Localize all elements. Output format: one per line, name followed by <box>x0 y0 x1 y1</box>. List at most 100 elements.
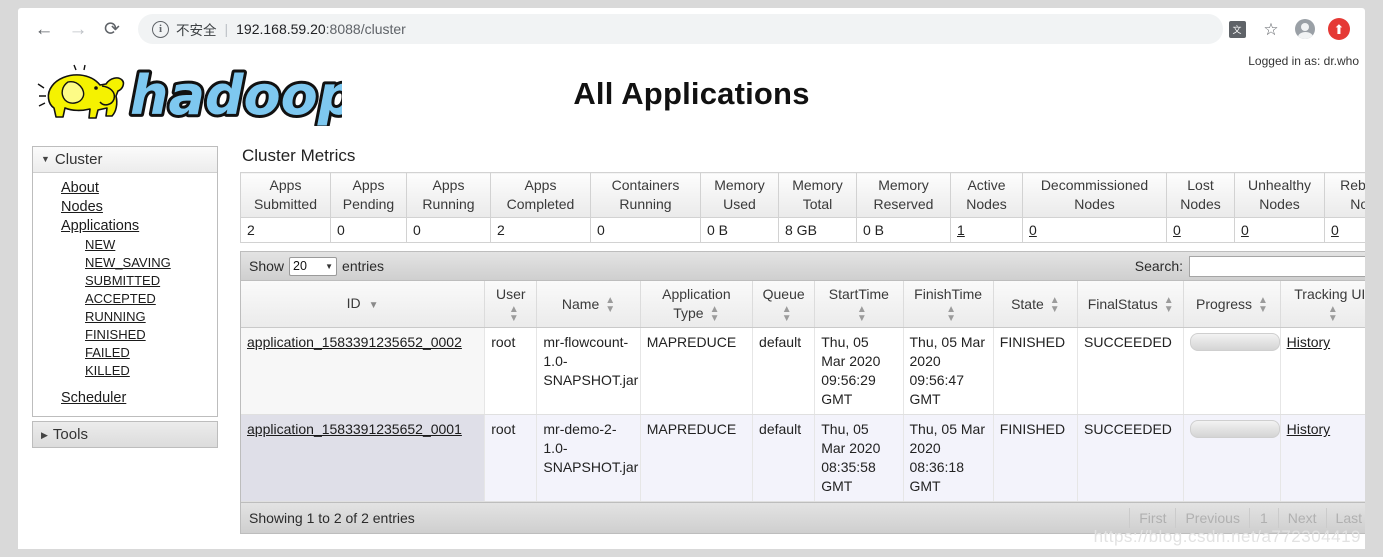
metrics-col-memory-total[interactable]: Memory Total <box>778 172 857 218</box>
cluster-panel-header[interactable]: ▼ Cluster <box>33 147 217 173</box>
cell-finalstatus: SUCCEEDED <box>1077 414 1185 503</box>
pagination-next[interactable]: Next <box>1279 508 1327 529</box>
sidebar-item-finished[interactable]: FINISHED <box>33 326 217 344</box>
history-link[interactable]: History <box>1287 421 1331 437</box>
star-icon[interactable]: ☆ <box>1257 15 1285 43</box>
cluster-metrics-table: Apps Submitted Apps Pending Apps Running Ap… <box>240 172 1365 243</box>
column-label: Queue <box>762 286 805 302</box>
column-label: FinalStatus <box>1087 295 1158 312</box>
column-header-user[interactable]: User ▲ ▼ <box>484 281 538 329</box>
column-header-queue[interactable]: Queue ▲ ▼ <box>752 281 816 329</box>
metrics-col-unhealthy-nodes[interactable]: Unhealthy Nodes <box>1234 172 1325 218</box>
cell-application-type: MAPREDUCE <box>640 414 754 503</box>
screen: ← → ⟳ i 不安全 | 192.168.59.20:8088/cluster… <box>0 0 1383 557</box>
cluster-metrics-title: Cluster Metrics <box>242 146 356 165</box>
metrics-col-apps-submitted[interactable]: Apps Submitted <box>240 172 331 218</box>
metrics-col-line2: Used <box>723 196 756 212</box>
search-input[interactable] <box>1189 255 1365 277</box>
search-area: Search: <box>1135 255 1365 277</box>
rebooted-nodes-link[interactable]: 0 <box>1331 222 1339 238</box>
history-link[interactable]: History <box>1287 334 1331 350</box>
column-label: ID <box>346 294 361 311</box>
page-title: All Applications <box>573 76 810 111</box>
metrics-col-apps-completed[interactable]: Apps Completed <box>490 172 591 218</box>
metrics-col-containers-running[interactable]: Containers Running <box>590 172 701 218</box>
sort-both-icon: ▲ ▼ <box>781 304 792 325</box>
metrics-col-apps-pending[interactable]: Apps Pending <box>330 172 407 218</box>
cell-id: application_1583391235652_0002 <box>241 327 486 416</box>
sort-both-icon: ▲ ▼ <box>605 294 616 315</box>
column-header-id[interactable]: ID ▼ <box>241 281 486 329</box>
forward-icon[interactable]: → <box>62 13 94 45</box>
pagination-last[interactable]: Last <box>1327 508 1365 528</box>
pagination-previous[interactable]: Previous <box>1176 508 1250 529</box>
address-bar[interactable]: i 不安全 | 192.168.59.20:8088/cluster <box>138 14 1223 44</box>
metrics-value-row: 2 0 0 2 0 0 B 8 GB 0 B 1 0 0 0 0 <box>240 217 1365 243</box>
sidebar-item-about[interactable]: About <box>33 179 217 198</box>
column-header-finishtime[interactable]: FinishTime ▲ ▼ <box>903 281 994 329</box>
column-header-name[interactable]: Name ▲ ▼ <box>536 281 641 329</box>
tools-panel-header[interactable]: ▶ Tools <box>33 422 217 447</box>
chevron-down-icon: ▼ <box>325 261 334 271</box>
page-size-value: 20 <box>293 259 307 273</box>
table-row[interactable]: application_1583391235652_0002 root mr-f… <box>241 327 1365 416</box>
sidebar-item-new[interactable]: NEW <box>33 236 217 254</box>
avatar-icon[interactable] <box>1291 15 1319 43</box>
sort-both-icon: ▲ ▼ <box>1163 294 1174 315</box>
showing-entries-label: Showing 1 to 2 of 2 entries <box>249 510 415 527</box>
entries-label: entries <box>342 258 385 274</box>
metrics-col-memory-used[interactable]: Memory Used <box>700 172 779 218</box>
active-nodes-link[interactable]: 1 <box>957 222 965 238</box>
sidebar-item-failed[interactable]: FAILED <box>33 344 217 362</box>
column-header-finalstatus[interactable]: FinalStatus ▲ ▼ <box>1077 281 1185 329</box>
logged-in-label: Logged in as: dr.who <box>1248 54 1359 68</box>
column-header-tracking-ui[interactable]: Tracking UI ▲ ▼ <box>1280 281 1365 329</box>
column-header-starttime[interactable]: StartTime ▲ ▼ <box>814 281 904 329</box>
table-row[interactable]: application_1583391235652_0001 root mr-d… <box>241 414 1365 503</box>
pagination-first[interactable]: First <box>1129 508 1177 529</box>
metrics-col-active-nodes[interactable]: Active Nodes <box>950 172 1023 218</box>
metrics-col-line2: Nodes <box>1259 196 1300 212</box>
metrics-col-line2: Total <box>802 196 833 212</box>
sidebar-item-nodes[interactable]: Nodes <box>33 198 217 217</box>
application-id-link[interactable]: application_1583391235652_0002 <box>247 334 462 350</box>
translate-icon[interactable]: 文 <box>1223 15 1251 43</box>
extension-icon[interactable]: ⬆ <box>1325 15 1353 43</box>
cluster-panel-body: About Nodes Applications NEW NEW_SAVING … <box>33 173 217 416</box>
cell-finishtime: Thu, 05 Mar 2020 09:56:47 GMT <box>903 327 994 416</box>
sidebar-item-killed[interactable]: KILLED <box>33 362 217 380</box>
column-header-application-type[interactable]: Application Type ▲ ▼ <box>640 281 754 329</box>
applications-header-row: ID ▼ User ▲ ▼ Name ▲ ▼ Application Type ▲ ▼ Que… <box>241 281 1365 329</box>
sidebar-item-accepted[interactable]: ACCEPTED <box>33 290 217 308</box>
sort-both-icon: ▲ ▼ <box>856 304 867 325</box>
metrics-col-rebooted-nodes[interactable]: Rebooted Nodes <box>1324 172 1365 218</box>
pagination-page-1[interactable]: 1 <box>1250 508 1279 529</box>
column-label: FinishTime <box>914 286 983 302</box>
metrics-col-line1: Rebooted <box>1340 177 1365 193</box>
sidebar-item-submitted[interactable]: SUBMITTED <box>33 272 217 290</box>
metrics-col-memory-reserved[interactable]: Memory Reserved <box>856 172 951 218</box>
cell-state: FINISHED <box>993 414 1079 503</box>
column-header-progress[interactable]: Progress ▲ ▼ <box>1183 281 1281 329</box>
column-header-state[interactable]: State ▲ ▼ <box>993 281 1079 329</box>
unhealthy-nodes-link[interactable]: 0 <box>1241 222 1249 238</box>
lost-nodes-link[interactable]: 0 <box>1173 222 1181 238</box>
sidebar-item-applications[interactable]: Applications <box>33 217 217 236</box>
metrics-col-lost-nodes[interactable]: Lost Nodes <box>1166 172 1235 218</box>
back-icon[interactable]: ← <box>28 13 60 45</box>
cell-queue: default <box>752 414 816 503</box>
application-id-link[interactable]: application_1583391235652_0001 <box>247 421 462 437</box>
page-size-select[interactable]: 20 ▼ <box>289 256 338 276</box>
sidebar-item-running[interactable]: RUNNING <box>33 308 217 326</box>
metrics-col-apps-running[interactable]: Apps Running <box>406 172 491 218</box>
cell-progress <box>1183 414 1281 503</box>
sidebar-item-scheduler[interactable]: Scheduler <box>33 389 217 408</box>
column-label: Tracking UI <box>1294 286 1365 302</box>
decommissioned-nodes-link[interactable]: 0 <box>1029 222 1037 238</box>
cell-finalstatus: SUCCEEDED <box>1077 327 1185 416</box>
info-icon[interactable]: i <box>152 20 169 38</box>
sidebar-item-new-saving[interactable]: NEW_SAVING <box>33 254 217 272</box>
reload-icon[interactable]: ⟳ <box>96 13 128 45</box>
metrics-col-line2: Nodes <box>1180 196 1221 212</box>
metrics-col-decommissioned-nodes[interactable]: Decommissioned Nodes <box>1022 172 1167 218</box>
